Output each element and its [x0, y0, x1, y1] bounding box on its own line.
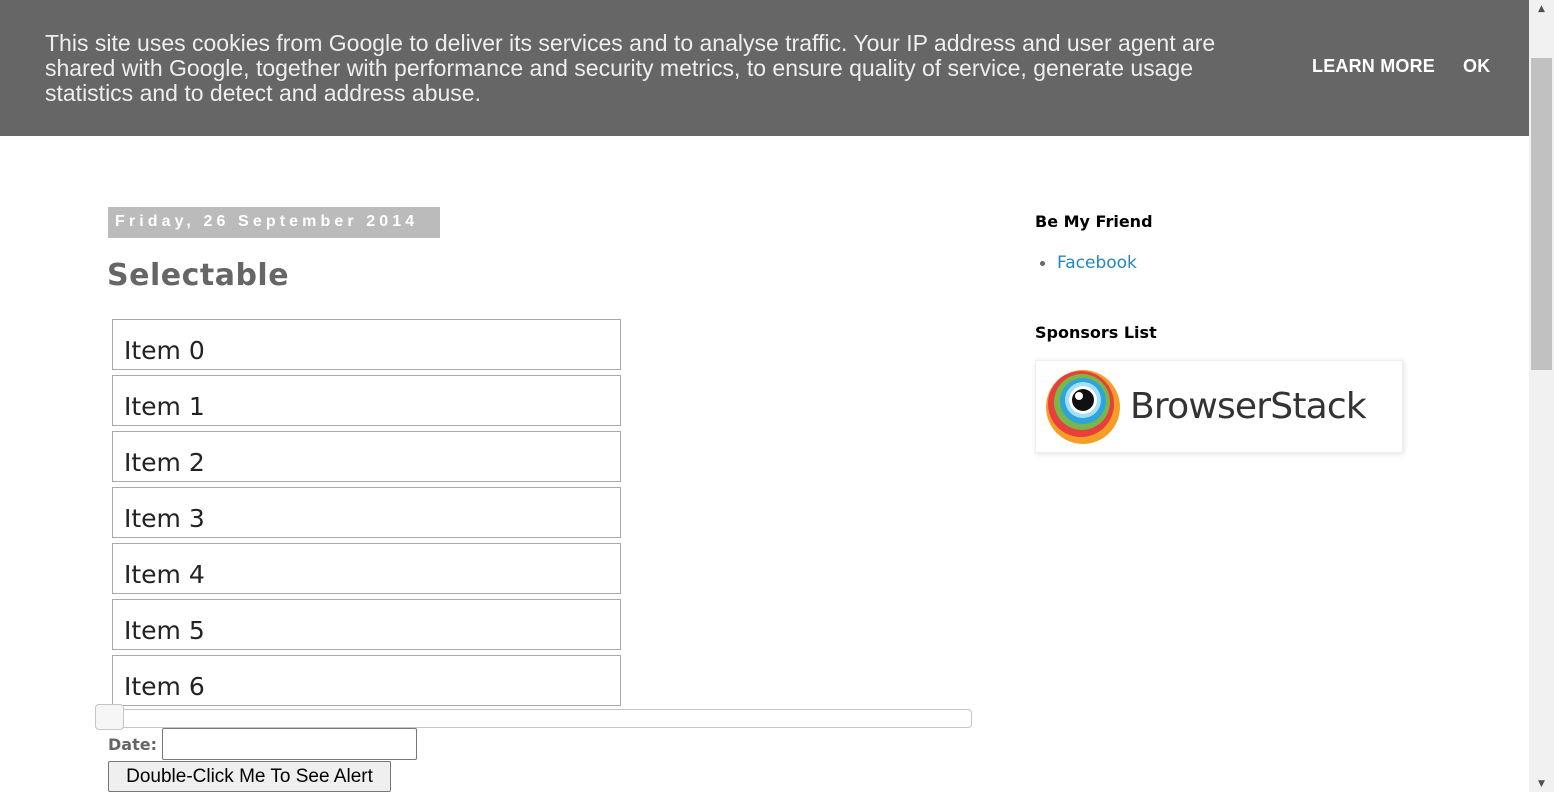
browserstack-logo-icon: [1046, 369, 1120, 444]
list-item: Facebook: [1040, 253, 1137, 273]
selectable-item-4[interactable]: Item 4: [112, 543, 621, 594]
scrollbar-thumb[interactable]: [1531, 58, 1552, 370]
selectable-item-5[interactable]: Item 5: [112, 599, 621, 650]
be-my-friend-title: Be My Friend: [1035, 212, 1153, 231]
scroll-down-arrow-icon[interactable]: ▼: [1529, 775, 1554, 792]
post-title: Selectable: [107, 258, 290, 293]
facebook-link[interactable]: Facebook: [1057, 253, 1137, 273]
scroll-up-arrow-icon[interactable]: ▲: [1529, 0, 1554, 17]
page: This site uses cookies from Google to de…: [0, 0, 1554, 792]
browserstack-sponsor-link[interactable]: BrowserStack: [1035, 360, 1403, 453]
slider-handle[interactable]: [95, 704, 124, 730]
selectable-item-0[interactable]: Item 0: [112, 319, 621, 370]
selectable-item-3[interactable]: Item 3: [112, 487, 621, 538]
double-click-alert-button[interactable]: Double-Click Me To See Alert: [108, 761, 391, 792]
date-input[interactable]: [162, 728, 417, 760]
vertical-scrollbar[interactable]: ▲ ▼: [1529, 0, 1554, 792]
selectable-item-1[interactable]: Item 1: [112, 375, 621, 426]
date-label: Date:: [108, 735, 157, 754]
cookie-notice-text: This site uses cookies from Google to de…: [45, 30, 1216, 106]
bullet-icon: [1040, 260, 1045, 266]
cookie-banner: This site uses cookies from Google to de…: [0, 0, 1529, 136]
cookie-ok-button[interactable]: OK: [1463, 56, 1490, 77]
friend-links-list: Facebook: [1040, 253, 1137, 273]
sponsors-list-title: Sponsors List: [1035, 323, 1157, 342]
slider-track[interactable]: [110, 709, 972, 728]
post-date-header: Friday, 26 September 2014: [108, 207, 440, 238]
selectable-item-2[interactable]: Item 2: [112, 431, 621, 482]
selectable-list: Item 0 Item 1 Item 2 Item 3 Item 4 Item …: [112, 319, 621, 711]
sponsor-name: BrowserStack: [1130, 386, 1367, 427]
selectable-item-6[interactable]: Item 6: [112, 655, 621, 706]
learn-more-link[interactable]: LEARN MORE: [1312, 56, 1435, 77]
